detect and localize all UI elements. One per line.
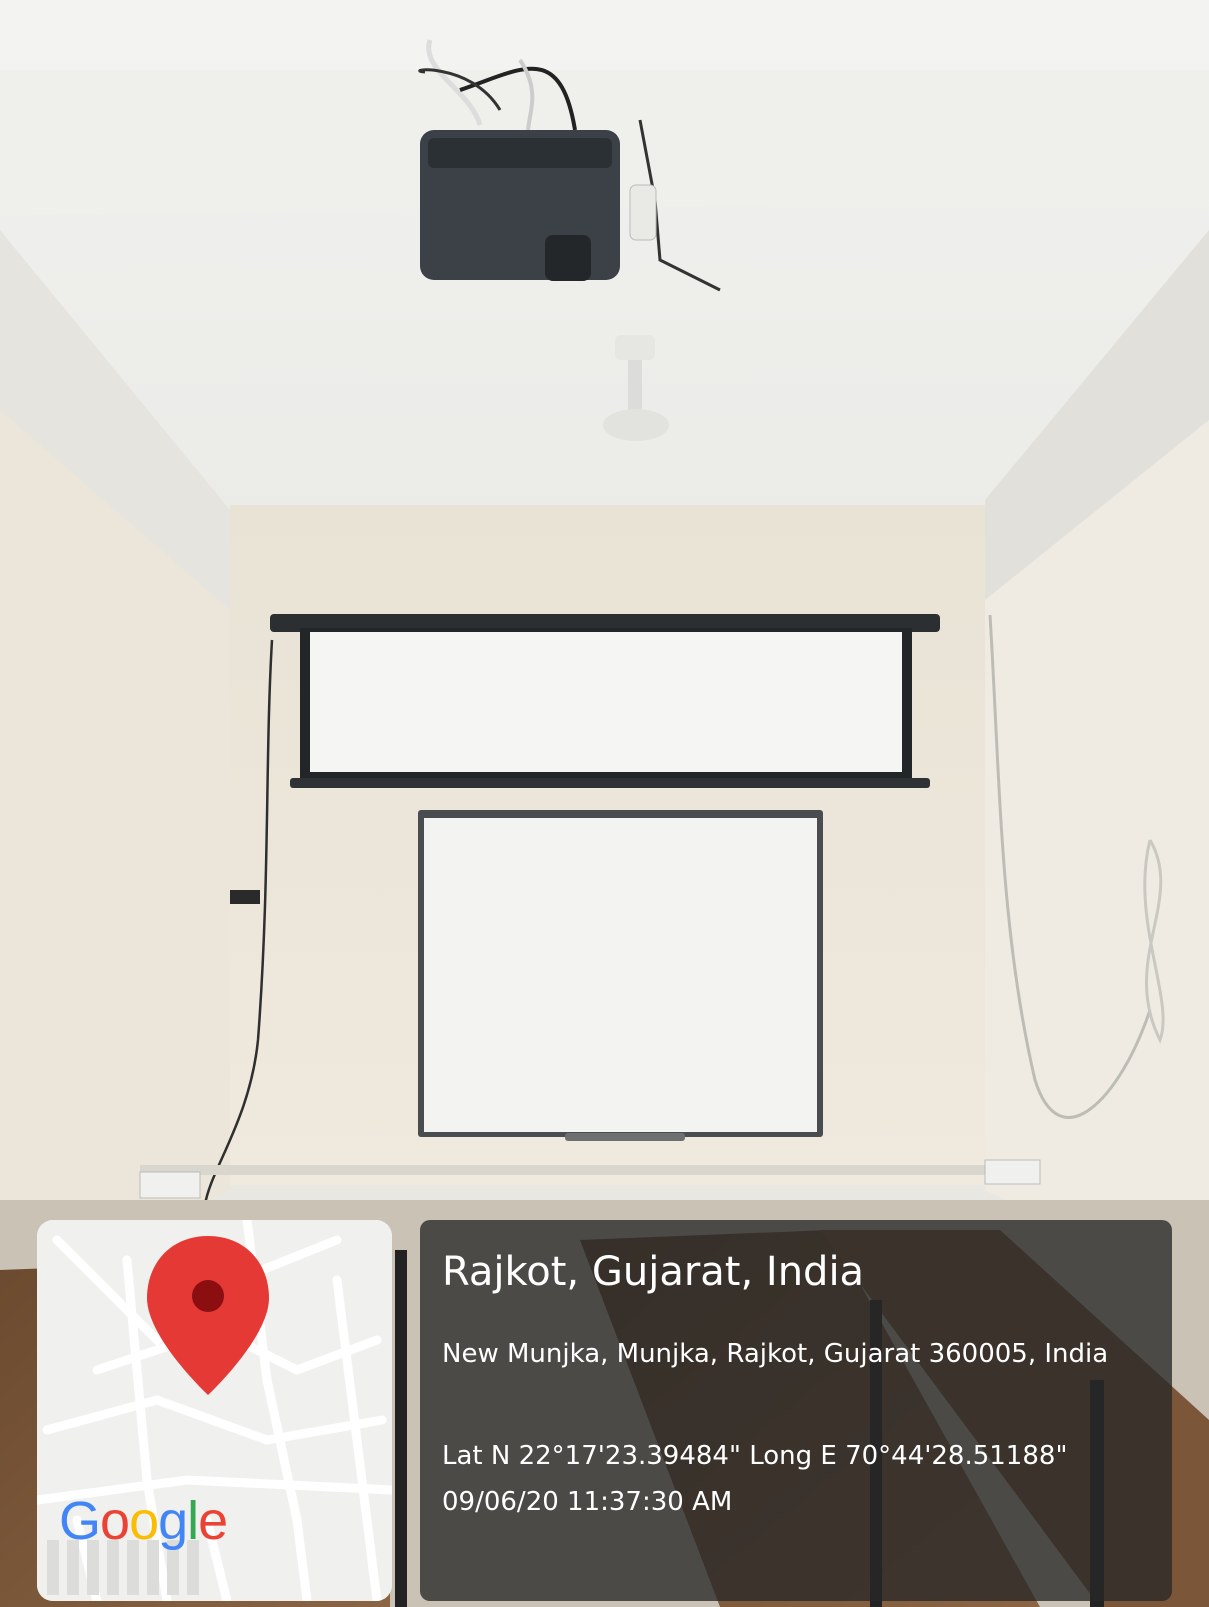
map-thumbnail: Google	[37, 1220, 392, 1601]
google-letter: e	[198, 1491, 228, 1551]
google-logo: Google	[59, 1490, 228, 1552]
google-letter: o	[100, 1491, 130, 1551]
whiteboard	[418, 810, 823, 1141]
location-info-card: Rajkot, Gujarat, India New Munjka, Munjk…	[420, 1220, 1172, 1601]
timestamp-text: 09/06/20 11:37:30 AM	[442, 1487, 733, 1517]
coordinates-text: Lat N 22°17'23.39484" Long E 70°44'28.51…	[442, 1441, 1068, 1471]
google-letter: o	[129, 1491, 159, 1551]
power-rail	[140, 1165, 1040, 1175]
city-title: Rajkot, Gujarat, India	[442, 1249, 865, 1295]
address-text: New Munjka, Munjka, Rajkot, Gujarat 3600…	[442, 1339, 1109, 1369]
projection-screen	[270, 614, 940, 788]
google-letter: G	[59, 1491, 101, 1551]
google-letter: g	[158, 1491, 188, 1551]
google-letter: l	[187, 1491, 199, 1551]
